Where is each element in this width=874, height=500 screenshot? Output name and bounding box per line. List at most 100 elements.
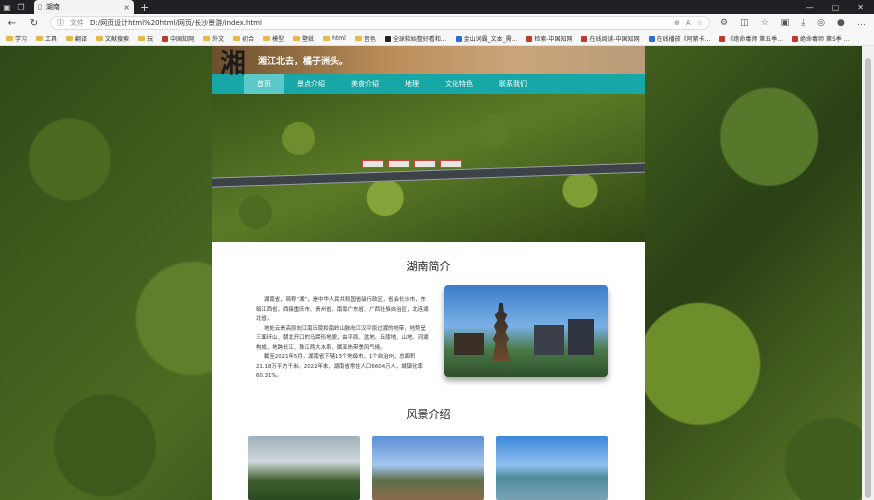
close-tab-icon[interactable]: ×	[123, 3, 130, 12]
profile-icon[interactable]: ▣	[0, 0, 14, 14]
close-window-icon[interactable]: ✕	[857, 3, 864, 12]
address-bar[interactable]: ⓘ 文件 D:/网页设计html%20html/网页/长沙景游/index.ht…	[50, 16, 710, 30]
nav-item[interactable]: 首页	[244, 74, 284, 94]
more-menu-icon[interactable]: …	[857, 18, 866, 28]
bookmark-item[interactable]: 《绝命毒师 第五季...	[719, 34, 783, 43]
bookmark-item[interactable]: 绝命毒师 第5季 ...	[792, 34, 849, 43]
bookmark-label: 在线阅读-中国知网	[589, 36, 640, 43]
site-banner: 湘 湘江北去，橘子洲头。	[212, 46, 645, 79]
read-aloud-icon[interactable]: A	[686, 19, 691, 27]
page-viewport: 湘 湘江北去，橘子洲头。 首页 景点介绍 美食介绍 地理 文化特色 联系我们 湖南简介 湖…	[0, 46, 874, 500]
bookmark-item[interactable]: 初合	[233, 34, 254, 43]
folder-icon	[263, 36, 271, 41]
scenic-card[interactable]	[372, 436, 484, 500]
bookmark-item[interactable]: 中国知网	[162, 34, 194, 43]
bookmark-label: 壁纸	[302, 36, 315, 43]
folder-icon	[203, 36, 211, 41]
collections-icon[interactable]: ▣	[781, 18, 790, 28]
nav-item[interactable]: 地理	[392, 74, 432, 94]
intro-paragraph: 截至2021年5月，湖南省下辖13个地级市，1个自治州，总面积21.18万平方千…	[256, 354, 423, 379]
scenic-section: 风景介绍	[212, 406, 645, 422]
intro-photo	[444, 285, 608, 377]
folder-icon	[66, 36, 74, 41]
refresh-icon[interactable]: ↻	[28, 18, 40, 29]
address-toolbar: ← ↻ ⓘ 文件 D:/网页设计html%20html/网页/长沙景游/inde…	[0, 14, 874, 32]
extensions-icon[interactable]: ⚙	[720, 18, 728, 28]
new-tab-button[interactable]: +	[140, 1, 149, 14]
minimize-icon[interactable]: —	[806, 3, 814, 12]
file-scheme-label: 文件	[70, 19, 84, 27]
site-nav: 首页 景点介绍 美食介绍 地理 文化特色 联系我们	[212, 74, 645, 94]
folder-icon	[354, 36, 362, 41]
maximize-icon[interactable]: ▢	[832, 3, 840, 12]
scenic-card[interactable]	[248, 436, 360, 500]
folder-icon	[293, 36, 301, 41]
page-scrollbar[interactable]	[862, 46, 874, 500]
bookmark-item[interactable]: 全球软始整好看和...	[384, 34, 447, 43]
building-shape	[534, 325, 564, 355]
bookmarks-bar: 学习 工具 翻译 文献搜索 玩 中国知网 外文 初合 模型 壁纸 html 音色 全球软始整好看和...…	[0, 32, 874, 46]
scenic-card[interactable]	[496, 436, 608, 500]
site-favicon-icon	[792, 35, 799, 42]
download-icon[interactable]: ⤓	[801, 18, 805, 28]
site-favicon-icon	[384, 35, 391, 42]
bookmark-item[interactable]: 模型	[263, 34, 284, 43]
bookmark-item[interactable]: 音色	[354, 34, 376, 43]
info-icon: ⓘ	[57, 19, 64, 27]
bookmark-item[interactable]: 学习	[6, 34, 27, 43]
page-favicon-icon: ▯	[38, 3, 42, 11]
bookmark-label: 翻译	[75, 36, 88, 43]
intro-paragraph: 地处云贵高原向江南丘陵和南岭山脉向江汉平原过渡的地带，地势呈三面环山、朝北开口的…	[256, 325, 429, 351]
bookmark-label: 模型	[272, 36, 285, 43]
favorite-star-icon[interactable]: ☆	[697, 19, 703, 27]
scrollbar-thumb[interactable]	[865, 58, 871, 498]
intro-text: 湖南省，简称“湘”，是中华人民共和国省级行政区，省会长沙市，东临江西省，西接重庆…	[256, 296, 430, 382]
browser-tab[interactable]: ▯ 湖南 ×	[34, 0, 134, 14]
zoom-icon[interactable]: ⊕	[674, 19, 680, 27]
url-text[interactable]: D:/网页设计html%20html/网页/长沙景游/index.html	[90, 18, 262, 28]
bookmark-item[interactable]: 检索-中国知网	[526, 34, 572, 43]
bookmark-item[interactable]: 金山词霸_文本_需...	[455, 34, 517, 43]
bookmark-item[interactable]: 外文	[203, 34, 224, 43]
site-favicon-icon	[719, 35, 726, 42]
hero-train-car	[388, 160, 410, 168]
folder-icon	[233, 36, 241, 41]
bookmark-label: 绝命毒师 第5季 ...	[800, 36, 850, 43]
bookmark-item[interactable]: 工具	[36, 34, 57, 43]
back-icon[interactable]: ←	[6, 18, 18, 29]
bookmark-label: 在线播放《阿紫卡...	[656, 36, 711, 43]
bookmark-label: 玩	[147, 36, 154, 43]
bookmark-label: 外文	[212, 36, 225, 43]
browser-tab-bar: ▣ ❐ ▯ 湖南 × + — ▢ ✕	[0, 0, 874, 14]
tab-actions-icon[interactable]: ❐	[14, 0, 28, 14]
bookmark-item[interactable]: 在线阅读-中国知网	[581, 34, 640, 43]
favorites-icon[interactable]: ☆	[761, 18, 769, 28]
intro-title: 湖南简介	[406, 260, 451, 273]
bookmark-label: 检索-中国知网	[534, 36, 573, 43]
hero-image	[212, 94, 645, 242]
nav-item[interactable]: 景点介绍	[284, 74, 338, 94]
nav-item[interactable]: 联系我们	[486, 74, 540, 94]
bookmark-item[interactable]: html	[323, 35, 346, 42]
copilot-icon[interactable]: ◎	[817, 18, 825, 28]
nav-item[interactable]: 美食介绍	[338, 74, 392, 94]
building-shape	[454, 333, 484, 355]
bookmark-label: html	[332, 35, 346, 42]
bookmark-item[interactable]: 文献搜索	[96, 34, 129, 43]
folder-icon	[96, 36, 104, 41]
bookmark-item[interactable]: 壁纸	[293, 34, 314, 43]
bookmark-item[interactable]: 在线播放《阿紫卡...	[648, 34, 711, 43]
folder-icon	[36, 36, 44, 41]
site-favicon-icon	[581, 35, 588, 42]
bookmark-label: 全球软始整好看和...	[392, 36, 447, 43]
split-screen-icon[interactable]: ◫	[740, 18, 749, 28]
site-slogan: 湘江北去，橘子洲头。	[258, 57, 349, 67]
hero-train-car	[440, 160, 462, 168]
nav-item[interactable]: 文化特色	[432, 74, 486, 94]
bookmark-item[interactable]: 玩	[138, 34, 153, 43]
bookmark-item[interactable]: 翻译	[66, 34, 87, 43]
user-avatar-icon[interactable]: ●	[837, 18, 845, 28]
site-favicon-icon	[648, 35, 655, 42]
pagoda-shape	[492, 303, 510, 361]
scenic-title: 风景介绍	[406, 408, 451, 421]
